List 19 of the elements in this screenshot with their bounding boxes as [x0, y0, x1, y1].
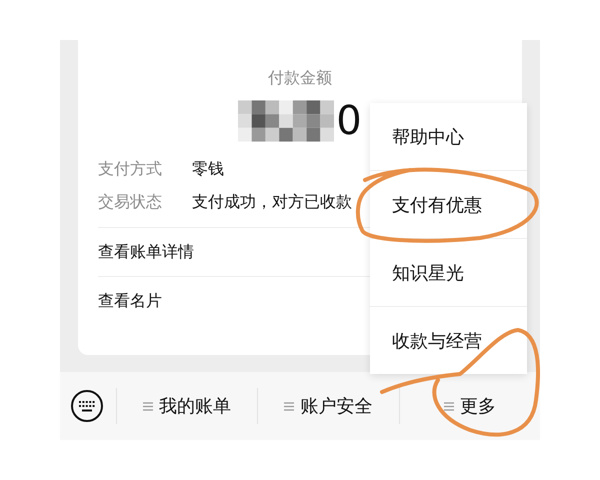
menu-item[interactable]: 帮助中心 [370, 103, 527, 171]
detail-value: 支付成功，对方已收款 [192, 192, 352, 213]
amount-title: 付款金额 [267, 68, 333, 89]
menu-icon [143, 402, 154, 410]
keyboard-icon[interactable] [70, 389, 104, 423]
bottom-bar-item[interactable]: 账户安全 [300, 394, 372, 418]
menu-icon [284, 402, 294, 410]
bottom-bar-item[interactable]: 我的账单 [159, 394, 232, 418]
detail-label: 交易状态 [98, 192, 163, 213]
menu-item[interactable]: 支付有优惠 [370, 171, 527, 239]
detail-label: 支付方式 [98, 159, 163, 180]
detail-value: 零钱 [192, 159, 224, 180]
menu-icon [444, 402, 454, 410]
menu-item[interactable]: 收款与经营 [370, 307, 527, 374]
menu-item[interactable]: 知识星光 [370, 239, 527, 307]
amount-text: 0 [336, 101, 362, 141]
bottom-bar-item[interactable]: 更多 [460, 394, 496, 418]
card-link[interactable]: 查看名片 [98, 290, 162, 312]
card-link[interactable]: 查看账单详情 [98, 242, 194, 262]
